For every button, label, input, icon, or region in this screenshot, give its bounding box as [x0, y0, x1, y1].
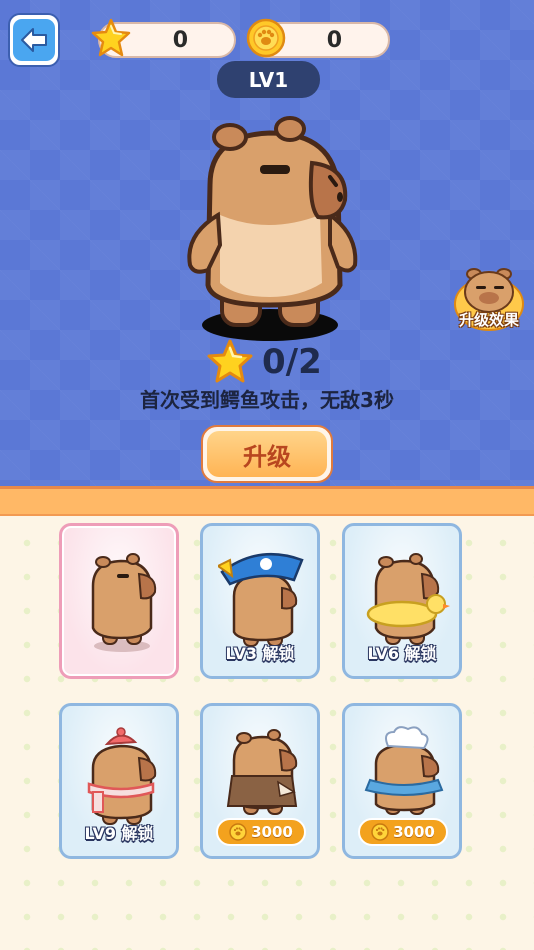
capybara-default-image — [91, 553, 157, 652]
price-button[interactable]: 3000 — [216, 818, 306, 846]
arrow-left-icon — [21, 28, 47, 52]
unlock-label: LV3 解锁 — [225, 644, 295, 663]
skin-card-scarf[interactable]: LV9 解锁 — [59, 703, 179, 859]
skin-card-cape[interactable]: 3000 — [200, 703, 320, 859]
upgrade-button[interactable]: 升级 — [201, 425, 333, 483]
panel-divider — [0, 486, 534, 516]
skin-card-default[interactable] — [59, 523, 179, 679]
game-screen: 0 0 LV1 0/2 首次受到鳄鱼攻击，无敌3秒 升级 升级效果 LV3 解锁… — [0, 0, 534, 950]
unlock-label: LV9 解锁 — [84, 824, 154, 843]
upgrade-label: 升级 — [207, 431, 327, 477]
skin-card-pirate[interactable]: LV3 解锁 — [200, 523, 320, 679]
upgrade-effect-label: 升级效果 — [458, 311, 519, 329]
skin-card-duck[interactable]: LV6 解锁 — [342, 523, 462, 679]
back-button[interactable] — [8, 13, 60, 67]
progress-text: 0/2 — [262, 342, 322, 382]
price-text: 3000 — [393, 823, 435, 841]
paw-coin-icon — [371, 823, 389, 841]
upgrade-effect-button[interactable]: 升级效果 — [450, 262, 528, 332]
price-text: 3000 — [251, 823, 293, 841]
paw-coin-icon — [246, 18, 286, 58]
star-icon — [207, 339, 253, 383]
unlock-label: LV6 解锁 — [367, 644, 437, 663]
ability-description: 首次受到鳄鱼攻击，无敌3秒 — [140, 388, 394, 412]
level-badge: LV1 — [217, 61, 320, 98]
star-icon — [91, 18, 131, 57]
upgrade-progress: 0/2 — [206, 336, 322, 388]
capybara-hero-image — [187, 116, 358, 341]
skin-card-chef[interactable]: 3000 — [342, 703, 462, 859]
paw-coin-icon — [229, 823, 247, 841]
price-button[interactable]: 3000 — [358, 818, 448, 846]
